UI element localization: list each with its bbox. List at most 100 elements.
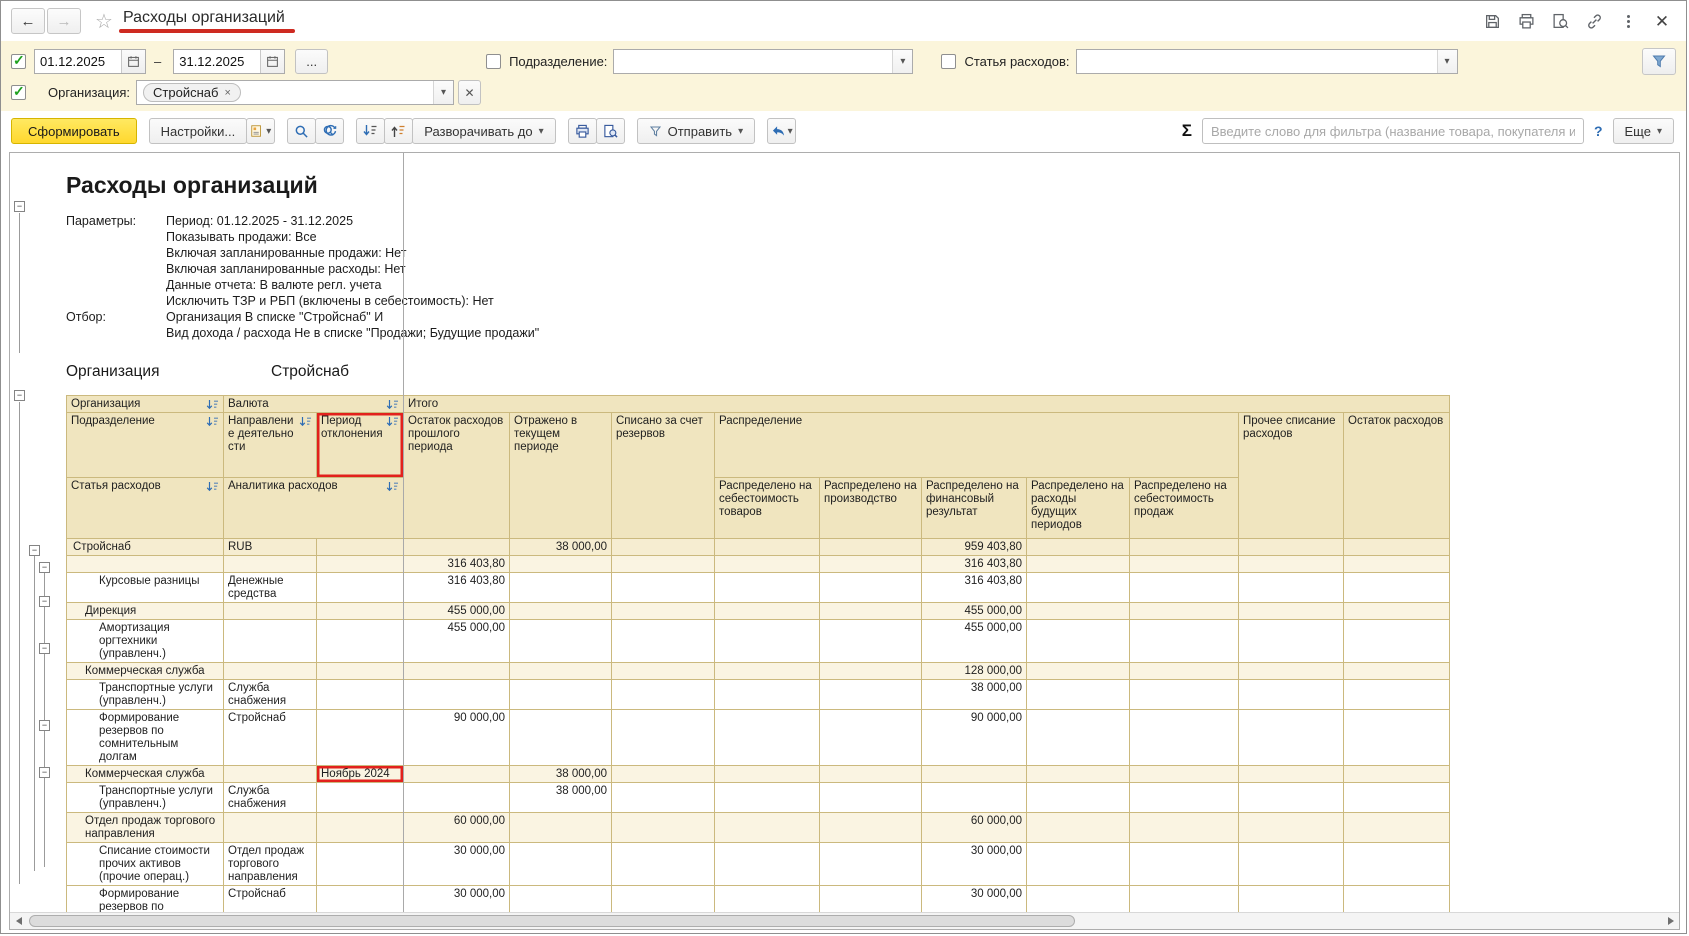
group-row-toggle[interactable]: − <box>39 562 50 573</box>
department-combo[interactable] <box>613 49 913 74</box>
cell[interactable] <box>510 813 612 843</box>
cell[interactable]: 60 000,00 <box>922 813 1027 843</box>
cell[interactable]: 316 403,80 <box>922 573 1027 603</box>
cell[interactable] <box>820 886 922 913</box>
cell[interactable] <box>317 620 404 663</box>
header-cell[interactable]: Распределено на производство <box>820 478 922 539</box>
cell[interactable] <box>1344 539 1450 556</box>
print-icon[interactable] <box>1516 11 1536 31</box>
cell[interactable] <box>1130 603 1239 620</box>
cell[interactable] <box>612 710 715 766</box>
cell[interactable] <box>1344 843 1450 886</box>
cell[interactable] <box>404 539 510 556</box>
cell[interactable]: Формирование резервов по сомнительным до… <box>67 710 224 766</box>
cell[interactable] <box>1344 556 1450 573</box>
print-preview-icon[interactable] <box>596 118 625 144</box>
cell[interactable] <box>1027 573 1130 603</box>
settings-button[interactable]: Настройки... <box>149 118 248 144</box>
cell[interactable] <box>612 766 715 783</box>
cell[interactable] <box>510 680 612 710</box>
cell[interactable]: Транспортные услуги (управленч.) <box>67 680 224 710</box>
organization-combo[interactable]: Стройснаб × <box>136 80 454 105</box>
scroll-left-arrow[interactable] <box>10 913 27 929</box>
more-button[interactable]: Еще <box>1613 118 1674 144</box>
cell[interactable] <box>1027 766 1130 783</box>
cell[interactable] <box>1344 766 1450 783</box>
cell[interactable] <box>224 556 317 573</box>
cell[interactable] <box>1239 663 1344 680</box>
header-cell[interactable]: Статья расходов <box>67 478 224 539</box>
cell[interactable] <box>224 603 317 620</box>
department-checkbox[interactable] <box>486 54 501 69</box>
cell[interactable] <box>510 603 612 620</box>
cell[interactable] <box>317 886 404 913</box>
cell[interactable]: RUB <box>224 539 317 556</box>
cell[interactable]: Стройснаб <box>224 710 317 766</box>
cell[interactable] <box>404 783 510 813</box>
cell[interactable] <box>715 843 820 886</box>
cell[interactable] <box>612 886 715 913</box>
cell[interactable]: 455 000,00 <box>922 620 1027 663</box>
cell[interactable] <box>1027 539 1130 556</box>
cell[interactable] <box>317 573 404 603</box>
cell[interactable]: Служба снабжения <box>224 783 317 813</box>
cell[interactable] <box>317 813 404 843</box>
cell[interactable] <box>317 663 404 680</box>
header-cell[interactable]: Распределено на себестоимость товаров <box>715 478 820 539</box>
cell[interactable] <box>1027 710 1130 766</box>
cell[interactable] <box>510 843 612 886</box>
cell[interactable] <box>612 603 715 620</box>
cell[interactable] <box>317 680 404 710</box>
cell[interactable]: Транспортные услуги (управленч.) <box>67 783 224 813</box>
tag-remove-icon[interactable]: × <box>224 87 230 99</box>
cell[interactable] <box>1027 886 1130 913</box>
calendar-icon[interactable] <box>121 50 145 73</box>
cell[interactable] <box>317 556 404 573</box>
cell[interactable] <box>820 710 922 766</box>
cell[interactable] <box>715 783 820 813</box>
cell[interactable] <box>715 813 820 843</box>
cell[interactable] <box>612 680 715 710</box>
cell[interactable] <box>612 843 715 886</box>
table-row[interactable]: Коммерческая службаНоябрь 202438 000,00 <box>67 766 1450 783</box>
cell[interactable] <box>612 556 715 573</box>
more-menu-icon[interactable] <box>1618 11 1638 31</box>
table-row[interactable]: Формирование резервов по сомнительным до… <box>67 886 1450 913</box>
header-cell[interactable]: Валюта <box>224 396 404 413</box>
scrollbar-track[interactable] <box>27 913 1662 929</box>
period-from-input[interactable] <box>35 50 121 73</box>
freeze-split-line[interactable] <box>403 153 404 912</box>
table-row[interactable]: 316 403,80316 403,80 <box>67 556 1450 573</box>
cell[interactable]: Отдел продаж торгового направления <box>67 813 224 843</box>
cell[interactable] <box>67 556 224 573</box>
cell[interactable]: 38 000,00 <box>510 783 612 813</box>
cell[interactable] <box>1239 886 1344 913</box>
group-level-toggle[interactable]: − <box>14 201 25 212</box>
cell[interactable] <box>510 573 612 603</box>
cell[interactable]: Списание стоимости прочих активов (прочи… <box>67 843 224 886</box>
table-row[interactable]: Курсовые разницыДенежные средства316 403… <box>67 573 1450 603</box>
cell[interactable] <box>510 663 612 680</box>
cell[interactable] <box>1344 680 1450 710</box>
scrollbar-thumb[interactable] <box>29 915 1075 927</box>
cell[interactable] <box>1239 603 1344 620</box>
cell[interactable] <box>922 766 1027 783</box>
cell[interactable]: Амортизация оргтехники (управленч.) <box>67 620 224 663</box>
cell[interactable] <box>1239 783 1344 813</box>
cell[interactable] <box>820 783 922 813</box>
cell[interactable] <box>1027 620 1130 663</box>
table-row[interactable]: СтройснабRUB38 000,00959 403,80 <box>67 539 1450 556</box>
cell[interactable] <box>1027 843 1130 886</box>
cell[interactable]: 455 000,00 <box>404 603 510 620</box>
cell[interactable] <box>1239 539 1344 556</box>
cell[interactable] <box>224 663 317 680</box>
generate-button[interactable]: Сформировать <box>11 118 137 144</box>
cell[interactable] <box>1130 680 1239 710</box>
header-cell[interactable]: Распределено на финансовый результат <box>922 478 1027 539</box>
print-icon[interactable] <box>568 118 597 144</box>
cell[interactable] <box>820 663 922 680</box>
header-cell[interactable]: Остаток расходов <box>1344 413 1450 539</box>
horizontal-scrollbar[interactable] <box>10 912 1679 929</box>
cell[interactable] <box>224 813 317 843</box>
cell[interactable]: 60 000,00 <box>404 813 510 843</box>
